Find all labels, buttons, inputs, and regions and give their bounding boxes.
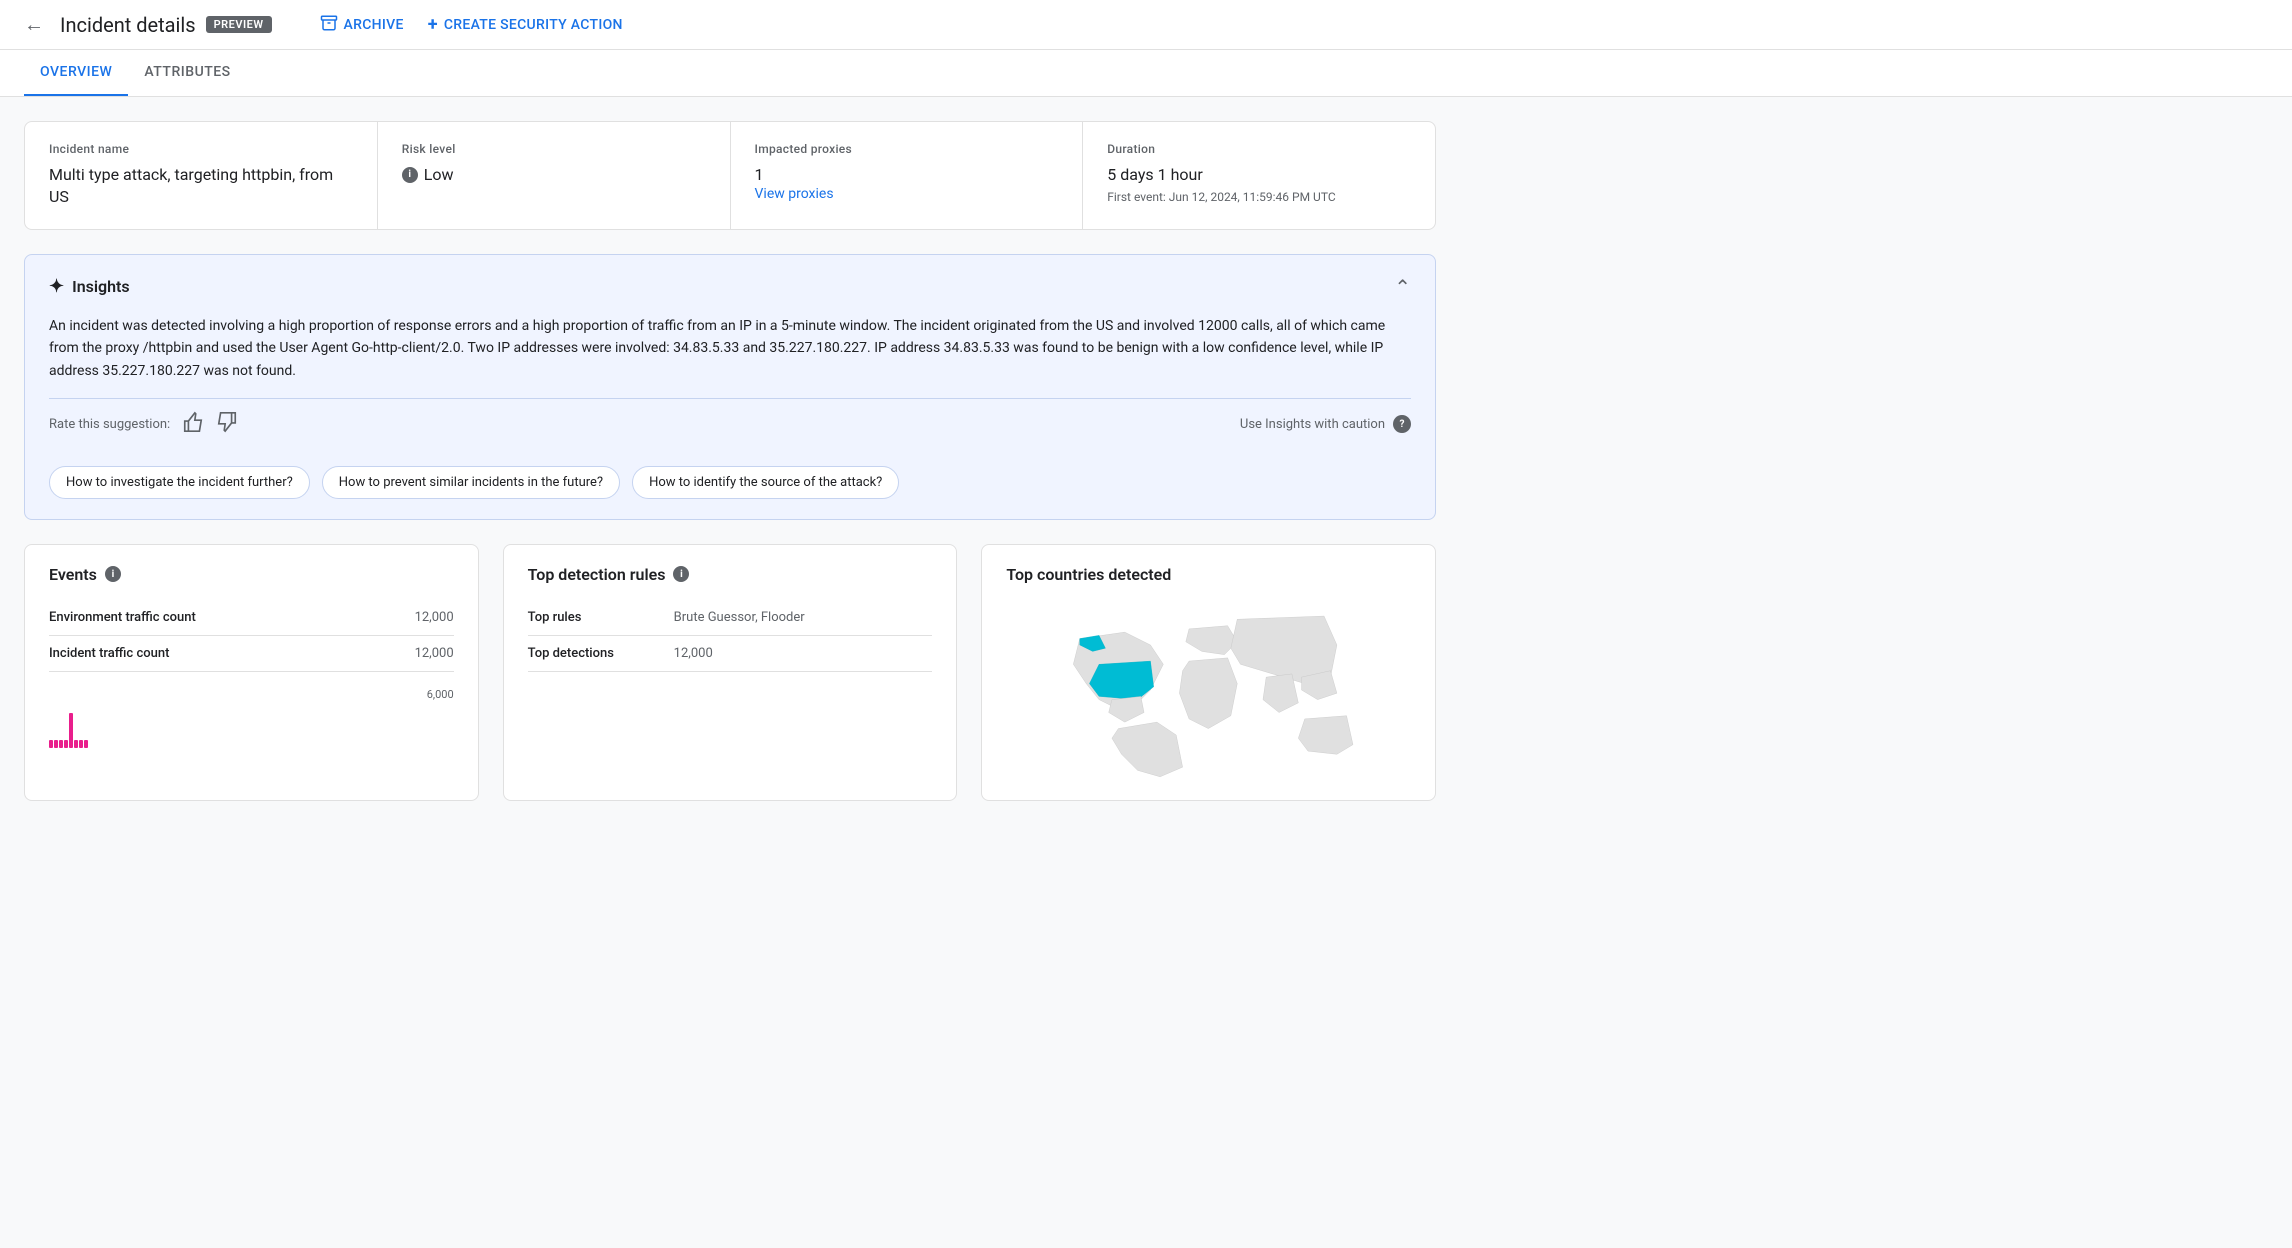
preview-badge: PREVIEW [206,16,272,33]
incident-traffic-value: 12,000 [415,646,454,661]
chart-bar [49,740,53,748]
rules-row-0: Top rules Brute Guessor, Flooder [528,600,933,636]
rules-table: Top rules Brute Guessor, Flooder Top det… [528,600,933,672]
env-traffic-label: Environment traffic count [49,610,196,625]
chart-bar [54,740,58,748]
thumbup-button[interactable] [182,411,204,438]
incident-traffic-label: Incident traffic count [49,646,169,661]
suggestion-chip-2[interactable]: How to identify the source of the attack… [632,466,899,499]
suggestions-row: How to investigate the incident further?… [49,466,1411,499]
impacted-proxies-label: Impacted proxies [755,142,1059,156]
chart-bar [69,713,73,748]
insights-header: ✦ Insights ⌃ [49,275,1411,299]
top-detections-value: 12,000 [674,646,713,661]
map-svg [1006,600,1411,780]
chart-bar [79,740,83,748]
risk-info-icon: i [402,167,418,183]
duration-value: 5 days 1 hour [1107,164,1411,186]
events-chart: 6,000 [49,688,454,748]
chart-bar [84,740,88,748]
insights-text: An incident was detected involving a hig… [49,315,1411,382]
insights-title: ✦ Insights [49,276,130,297]
risk-level-label: Risk level [402,142,706,156]
sparkle-icon: ✦ [49,276,64,297]
detection-rules-info-icon: i [673,566,689,582]
duration-label: Duration [1107,142,1411,156]
incident-name-value: Multi type attack, targeting httpbin, fr… [49,164,353,209]
thumbdown-button[interactable] [216,411,238,438]
page-title-text: Incident details [60,13,196,37]
create-security-action-button[interactable]: + CREATE SECURITY ACTION [428,14,623,35]
events-info-icon: i [105,566,121,582]
top-countries-card: Top countries detected [981,544,1436,801]
back-button[interactable]: ← [24,12,44,37]
top-detection-rules-card: Top detection rules i Top rules Brute Gu… [503,544,958,801]
impacted-proxies-col: Impacted proxies 1 View proxies [731,122,1084,229]
events-stats-table: Environment traffic count 12,000 Inciden… [49,600,454,672]
risk-level-value: i Low [402,164,454,186]
chart-bar [64,740,68,748]
duration-col: Duration 5 days 1 hour First event: Jun … [1083,122,1435,229]
env-traffic-value: 12,000 [415,610,454,625]
top-countries-title: Top countries detected [1006,565,1411,584]
chart-bar [59,740,63,748]
tab-attributes[interactable]: ATTRIBUTES [128,50,246,96]
chart-bar-container [49,713,88,748]
caution-help-icon[interactable]: ? [1393,415,1411,433]
risk-value-text: Low [424,164,454,186]
view-proxies-link[interactable]: View proxies [755,186,1059,202]
chart-bar [74,740,78,748]
archive-label: ARCHIVE [344,17,404,33]
events-title: Events i [49,565,454,584]
chart-y-label: 6,000 [427,688,454,701]
insights-footer: Rate this suggestion: Use Insights with … [49,398,1411,450]
incident-info-card: Incident name Multi type attack, targeti… [24,121,1436,230]
detection-rules-title: Top detection rules i [528,565,933,584]
bottom-row: Events i Environment traffic count 12,00… [24,544,1436,801]
top-rules-value: Brute Guessor, Flooder [674,610,805,625]
archive-button[interactable]: ARCHIVE [320,14,404,36]
rate-label: Rate this suggestion: [49,417,170,432]
header-actions: ARCHIVE + CREATE SECURITY ACTION [320,14,623,36]
events-card: Events i Environment traffic count 12,00… [24,544,479,801]
impacted-proxies-value: 1 [755,164,1059,186]
header: ← Incident details PREVIEW ARCHIVE + CRE… [0,0,2292,50]
tab-overview[interactable]: OVERVIEW [24,50,128,96]
caution-label: Use Insights with caution [1240,417,1385,432]
suggestion-chip-0[interactable]: How to investigate the incident further? [49,466,310,499]
events-title-text: Events [49,565,97,584]
rate-section: Rate this suggestion: [49,411,238,438]
tabs-bar: OVERVIEW ATTRIBUTES [0,50,2292,97]
insights-collapse-button[interactable]: ⌃ [1394,275,1411,299]
caution-section: Use Insights with caution ? [1240,415,1411,433]
insights-card: ✦ Insights ⌃ An incident was detected in… [24,254,1436,520]
main-content: Incident name Multi type attack, targeti… [0,97,1460,825]
events-row-0: Environment traffic count 12,000 [49,600,454,636]
duration-sub: First event: Jun 12, 2024, 11:59:46 PM U… [1107,190,1411,204]
create-security-action-icon: + [428,14,438,35]
incident-name-label: Incident name [49,142,353,156]
page-title: Incident details PREVIEW [60,13,272,37]
create-security-action-label: CREATE SECURITY ACTION [444,17,623,33]
suggestion-chip-1[interactable]: How to prevent similar incidents in the … [322,466,620,499]
detection-rules-title-text: Top detection rules [528,565,666,584]
top-countries-title-text: Top countries detected [1006,565,1171,584]
rules-row-1: Top detections 12,000 [528,636,933,672]
top-rules-label: Top rules [528,610,658,625]
archive-icon [320,14,338,36]
top-detections-label: Top detections [528,646,658,661]
world-map [1006,600,1411,780]
incident-name-col: Incident name Multi type attack, targeti… [25,122,378,229]
events-row-1: Incident traffic count 12,000 [49,636,454,672]
risk-level-col: Risk level i Low [378,122,731,229]
insights-title-text: Insights [72,277,130,296]
